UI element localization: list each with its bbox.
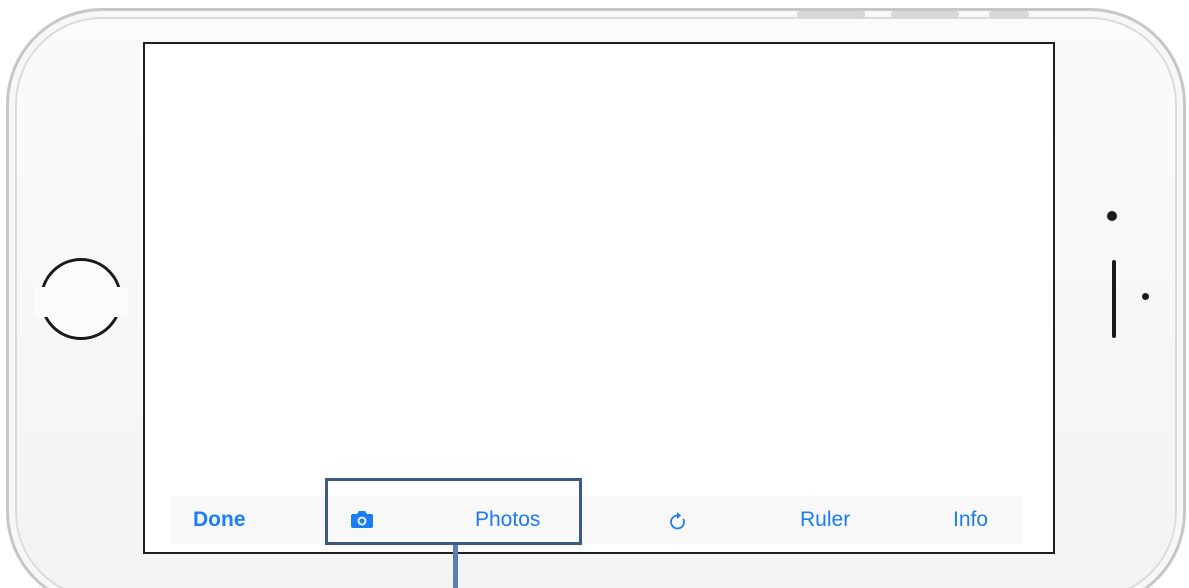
rotate-icon-glyph xyxy=(670,512,685,530)
callout-pointer-line xyxy=(453,545,458,588)
volume-button xyxy=(797,11,865,19)
volume-button xyxy=(891,11,959,19)
done-button[interactable]: Done xyxy=(193,496,246,544)
home-button[interactable] xyxy=(35,258,127,340)
ruler-button[interactable]: Ruler xyxy=(800,496,850,544)
rotate-icon[interactable] xyxy=(669,510,687,532)
info-button[interactable]: Info xyxy=(953,496,988,544)
bottom-toolbar: Done Photos Ruler Info xyxy=(171,496,1023,544)
earpiece-speaker xyxy=(1112,260,1116,338)
proximity-sensor xyxy=(1142,293,1149,300)
front-camera xyxy=(1107,211,1117,221)
power-button xyxy=(989,11,1029,19)
callout-highlight-box xyxy=(325,478,582,545)
screen: Done Photos Ruler Info xyxy=(143,42,1055,554)
